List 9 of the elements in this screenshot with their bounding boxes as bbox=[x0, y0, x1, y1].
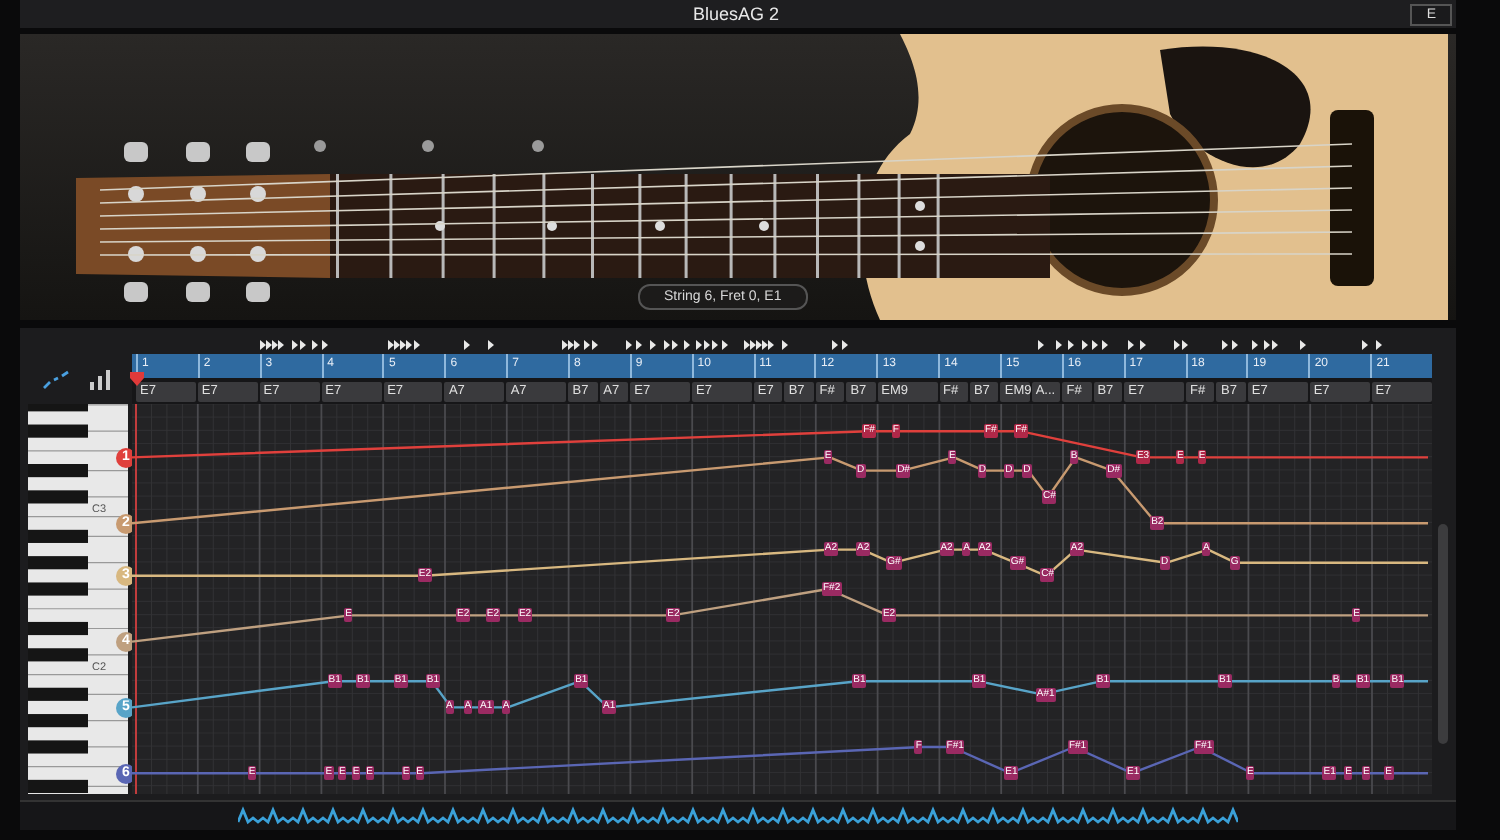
dot-icon bbox=[314, 140, 326, 152]
scrollbar[interactable] bbox=[1438, 524, 1448, 744]
curve-tool-icon[interactable] bbox=[41, 369, 69, 389]
bars-tool-icon[interactable] bbox=[87, 369, 111, 389]
piano-keyboard-drawing[interactable] bbox=[28, 404, 128, 794]
window-title: BluesAG 2 bbox=[692, 4, 780, 24]
dot-icon bbox=[532, 140, 544, 152]
dot-icon bbox=[422, 140, 434, 152]
playhead-icon[interactable] bbox=[130, 372, 144, 386]
